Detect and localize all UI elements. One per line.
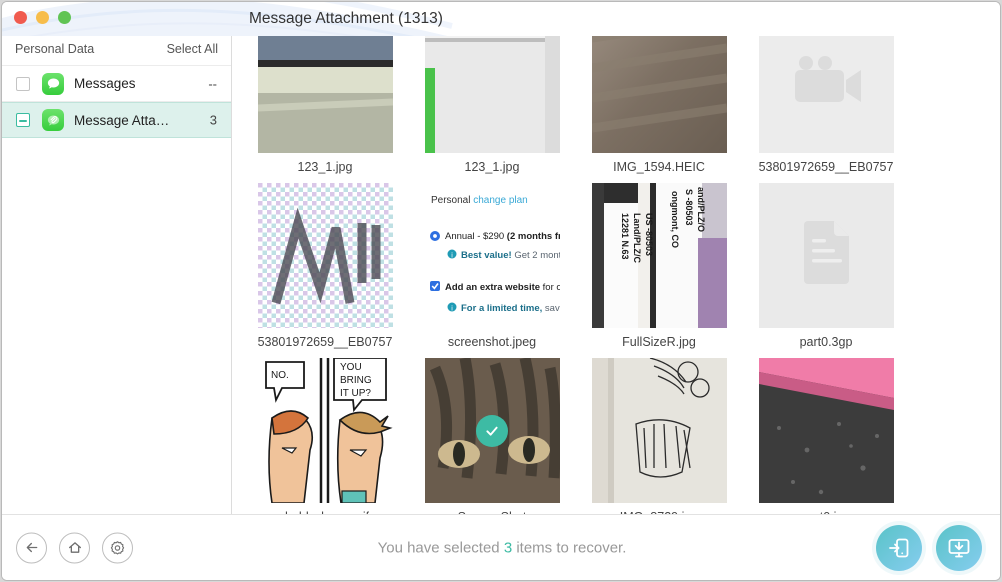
status-suffix: items to recover. [512,539,627,556]
recover-actions [876,524,982,571]
page-title: Message Attachment (1313) [249,10,443,27]
thumbnail[interactable] [591,358,727,503]
sidebar-item-count: 3 [209,112,217,128]
grid-item[interactable]: 53801972659__EB0757 [250,183,400,358]
recover-to-device-button[interactable] [876,524,922,571]
svg-text:For a limited time, save: For a limited time, save [461,303,560,314]
thumbnail[interactable] [758,183,894,328]
message-attachment-checkbox[interactable] [16,113,30,127]
file-name: IMG_1594.HEIC [613,160,705,174]
close-button[interactable] [14,11,27,24]
grid-item[interactable]: NO. YOUBRINGIT UP? daddyshom [250,358,400,516]
sidebar: Personal Data Select All Messages -- Mes… [2,36,232,516]
sidebar-header: Personal Data Select All [2,36,231,66]
maximize-button[interactable] [58,11,71,24]
selected-check-badge [476,414,508,447]
status-prefix: You have selected [377,539,504,556]
attachment-grid: 123_1.jpg 123_1.jpg IMG_1594.HEIC 538019… [233,36,1000,516]
svg-text:Land/PLZ/C: Land/PLZ/C [632,213,642,263]
svg-text:Best value! Get 2 month: Best value! Get 2 month [461,250,560,261]
thumbnail[interactable] [758,36,894,153]
file-name: 53801972659__EB0757 [758,160,894,174]
thumbnail[interactable] [424,36,560,153]
sidebar-item-messages[interactable]: Messages -- [2,66,231,102]
svg-text:S -80503: S -80503 [684,189,694,226]
svg-text:Personal change plan: Personal change plan [431,195,528,206]
grid-item[interactable]: 123_1.jpg [417,36,567,183]
recover-to-computer-icon [948,538,970,557]
grid-item[interactable]: 12281 N.63 Land/PLZ/C US -80503 ongmont,… [584,183,734,358]
sidebar-item-label: Message Atta… [74,112,170,128]
grid-item[interactable]: part0.jpg [751,358,901,516]
messages-checkbox[interactable] [16,76,30,91]
svg-text:IT UP?: IT UP? [340,388,371,399]
thumbnail[interactable] [424,358,560,503]
thumbnail[interactable] [591,36,727,153]
status-message: You have selected 3 items to recover. [2,539,1000,556]
svg-text:and/PLZ/O: and/PLZ/O [696,187,706,232]
attachment-grid-panel[interactable]: 123_1.jpg 123_1.jpg IMG_1594.HEIC 538019… [233,36,1000,516]
thumbnail[interactable]: 12281 N.63 Land/PLZ/C US -80503 ongmont,… [591,183,727,328]
svg-text:ongmont, CO: ongmont, CO [670,191,680,248]
svg-text:BRING: BRING [340,375,372,386]
minimize-button[interactable] [36,11,49,24]
svg-text:NO.: NO. [271,370,289,381]
thumbnail[interactable] [257,36,393,153]
grid-item[interactable]: 53801972659__EB0757 [751,36,901,183]
thumbnail[interactable] [758,358,894,503]
file-name: FullSizeR.jpg [622,335,696,349]
messages-bubble-icon [42,72,64,95]
message-attachment-icon [42,109,64,131]
file-name: screenshot.jpeg [447,335,537,349]
window-header: Message Attachment (1313) [2,2,1000,36]
file-name: 123_1.jpg [297,160,353,174]
application-window: Message Attachment (1313) Personal Data … [1,1,1001,581]
sidebar-item-label: Messages [74,76,136,91]
recover-to-device-icon [889,538,909,557]
thumbnail[interactable]: NO. YOU BRING IT UP? [257,358,393,503]
status-count: 3 [503,539,513,556]
file-name: part0.3gp [799,335,853,349]
traffic-lights [14,11,71,24]
sidebar-item-message-attachment[interactable]: Message Atta… 3 [2,102,231,138]
svg-text:US -80503: US -80503 [644,213,654,256]
grid-item[interactable]: IMG_8729.jpg [584,358,734,516]
grid-item[interactable]: part0.3gp [751,183,901,358]
recover-to-computer-button[interactable] [936,524,982,571]
svg-text:YOU: YOU [340,362,362,373]
svg-text:12281 N.63: 12281 N.63 [620,213,630,260]
thumbnail[interactable] [257,183,393,328]
grid-item[interactable]: Screen Shot [417,358,567,516]
grid-item[interactable]: Personal change plan Annual - $290 (2 mo… [417,183,567,358]
grid-item[interactable]: IMG_1594.HEIC [584,36,734,183]
sidebar-section-label: Personal Data [15,42,95,56]
file-name: 123_1.jpg [464,160,520,174]
grid-item[interactable]: 123_1.jpg [250,36,400,183]
document-icon [803,221,849,284]
thumbnail[interactable]: Personal change plan Annual - $290 (2 mo… [424,183,560,328]
footer-toolbar: You have selected 3 items to recover. [2,514,1000,580]
svg-text:Add an extra website for o: Add an extra website for o [445,282,560,293]
file-name: 53801972659__EB0757 [257,335,393,349]
svg-text:Annual - $290 (2 months fr: Annual - $290 (2 months fr [445,231,560,242]
select-all-link[interactable]: Select All [167,42,218,56]
sidebar-item-count: -- [208,76,217,91]
